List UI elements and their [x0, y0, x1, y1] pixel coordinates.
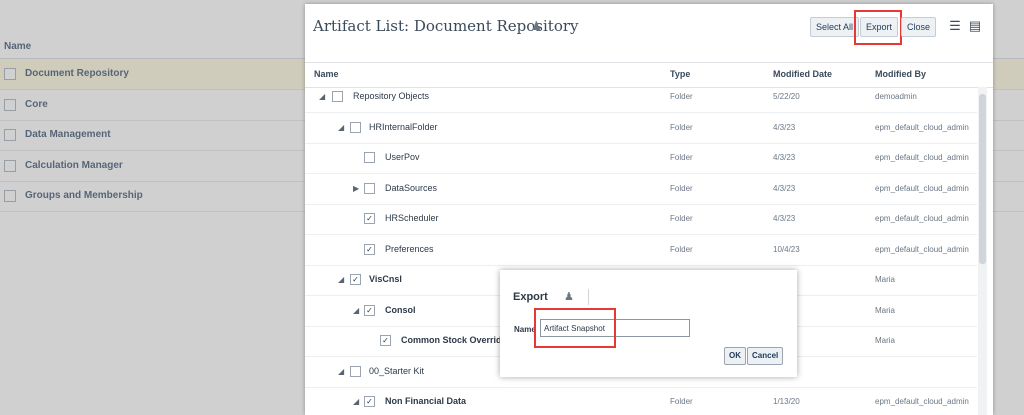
row-name: UserPov — [385, 152, 420, 162]
row-name: Non Financial Data — [385, 396, 467, 406]
row-checkbox[interactable] — [350, 122, 361, 133]
row-name: Common Stock Override — [401, 335, 507, 345]
table-row[interactable]: UserPov Folder 4/3/23 epm_default_cloud_… — [305, 143, 977, 174]
row-modified-by: epm_default_cloud_admin — [875, 153, 969, 162]
row-modified-date: 4/3/23 — [773, 153, 796, 162]
row-checkbox[interactable] — [350, 366, 361, 377]
name-input-highlight — [534, 308, 616, 348]
expand-icon[interactable]: ◢ — [353, 397, 359, 406]
row-checkbox[interactable]: ✓ — [350, 274, 361, 285]
row-name: HRScheduler — [385, 213, 439, 223]
row-modified-date: 4/3/23 — [773, 214, 796, 223]
name-label: Name — [514, 325, 536, 334]
column-header-name[interactable]: Name — [314, 69, 339, 79]
row-type: Folder — [670, 92, 693, 101]
row-modified-date: 5/22/20 — [773, 92, 800, 101]
row-modified-by: epm_default_cloud_admin — [875, 397, 969, 406]
expand-icon[interactable]: ◢ — [353, 306, 359, 315]
divider — [588, 289, 589, 305]
cancel-button[interactable]: Cancel — [747, 347, 784, 365]
close-button[interactable]: Close — [901, 17, 937, 37]
expand-icon[interactable]: ◢ — [319, 92, 325, 101]
row-type: Folder — [670, 397, 693, 406]
select-all-button[interactable]: Select All — [810, 17, 860, 37]
row-modified-by: Maria — [875, 336, 896, 345]
table-row[interactable]: ◢ ✓ Non Financial Data Folder 1/13/20 ep… — [305, 387, 977, 415]
row-name: Repository Objects — [353, 91, 430, 101]
column-header-type[interactable]: Type — [670, 69, 690, 79]
row-checkbox[interactable] — [332, 91, 343, 102]
row-name: HRInternalFolder — [369, 122, 438, 132]
row-name: 00_Starter Kit — [369, 366, 425, 376]
table-row[interactable]: ▶ DataSources Folder 4/3/23 epm_default_… — [305, 174, 977, 205]
row-name: DataSources — [385, 183, 438, 193]
row-type: Folder — [670, 153, 693, 162]
table-row[interactable]: ✓ Preferences Folder 10/4/23 epm_default… — [305, 235, 977, 266]
collapse-icon[interactable]: ▶ — [353, 184, 359, 193]
row-type: Folder — [670, 245, 693, 254]
row-type: Folder — [670, 214, 693, 223]
row-modified-date: 10/4/23 — [773, 245, 800, 254]
user-settings-icon[interactable]: ♟ — [564, 290, 574, 303]
table-row[interactable]: ◢ HRInternalFolder Folder 4/3/23 epm_def… — [305, 113, 977, 144]
expand-icon[interactable]: ◢ — [338, 367, 344, 376]
list-view-icon[interactable]: ☰ — [948, 19, 962, 33]
row-modified-by: demoadmin — [875, 92, 917, 101]
row-modified-date: 4/3/23 — [773, 184, 796, 193]
row-name: Preferences — [385, 244, 434, 254]
expand-icon[interactable]: ◢ — [338, 275, 344, 284]
row-name: VisCnsl — [369, 274, 402, 284]
row-checkbox[interactable]: ✓ — [364, 305, 375, 316]
row-modified-by: epm_default_cloud_admin — [875, 123, 969, 132]
table-row[interactable]: ✓ HRScheduler Folder 4/3/23 epm_default_… — [305, 204, 977, 235]
row-checkbox[interactable]: ✓ — [364, 244, 375, 255]
row-checkbox[interactable] — [364, 183, 375, 194]
row-checkbox[interactable]: ✓ — [364, 396, 375, 407]
ok-button[interactable]: OK — [724, 347, 746, 365]
row-name: Consol — [385, 305, 416, 315]
scrollbar-thumb[interactable] — [979, 94, 986, 264]
row-modified-date: 1/13/20 — [773, 397, 800, 406]
row-modified-date: 4/3/23 — [773, 123, 796, 132]
export-highlight — [854, 10, 902, 45]
row-modified-by: epm_default_cloud_admin — [875, 184, 969, 193]
column-header-modified-date[interactable]: Modified Date — [773, 69, 832, 79]
row-modified-by: epm_default_cloud_admin — [875, 214, 969, 223]
table-row[interactable]: ◢ Repository Objects Folder 5/22/20 demo… — [305, 82, 977, 113]
row-checkbox[interactable]: ✓ — [380, 335, 391, 346]
expand-icon[interactable]: ◢ — [338, 123, 344, 132]
row-modified-by: epm_default_cloud_admin — [875, 245, 969, 254]
column-header-modified-by[interactable]: Modified By — [875, 69, 926, 79]
table-view-icon[interactable]: ▤ — [968, 19, 982, 33]
row-checkbox[interactable]: ✓ — [364, 213, 375, 224]
user-settings-icon[interactable]: ♟ — [531, 19, 543, 33]
export-dialog: Export ♟ Name OK Cancel — [500, 270, 797, 377]
dialog-title: Export — [513, 291, 548, 303]
row-modified-by: Maria — [875, 275, 896, 284]
row-modified-by: Maria — [875, 306, 896, 315]
row-type: Folder — [670, 123, 693, 132]
row-type: Folder — [670, 184, 693, 193]
row-checkbox[interactable] — [364, 152, 375, 163]
